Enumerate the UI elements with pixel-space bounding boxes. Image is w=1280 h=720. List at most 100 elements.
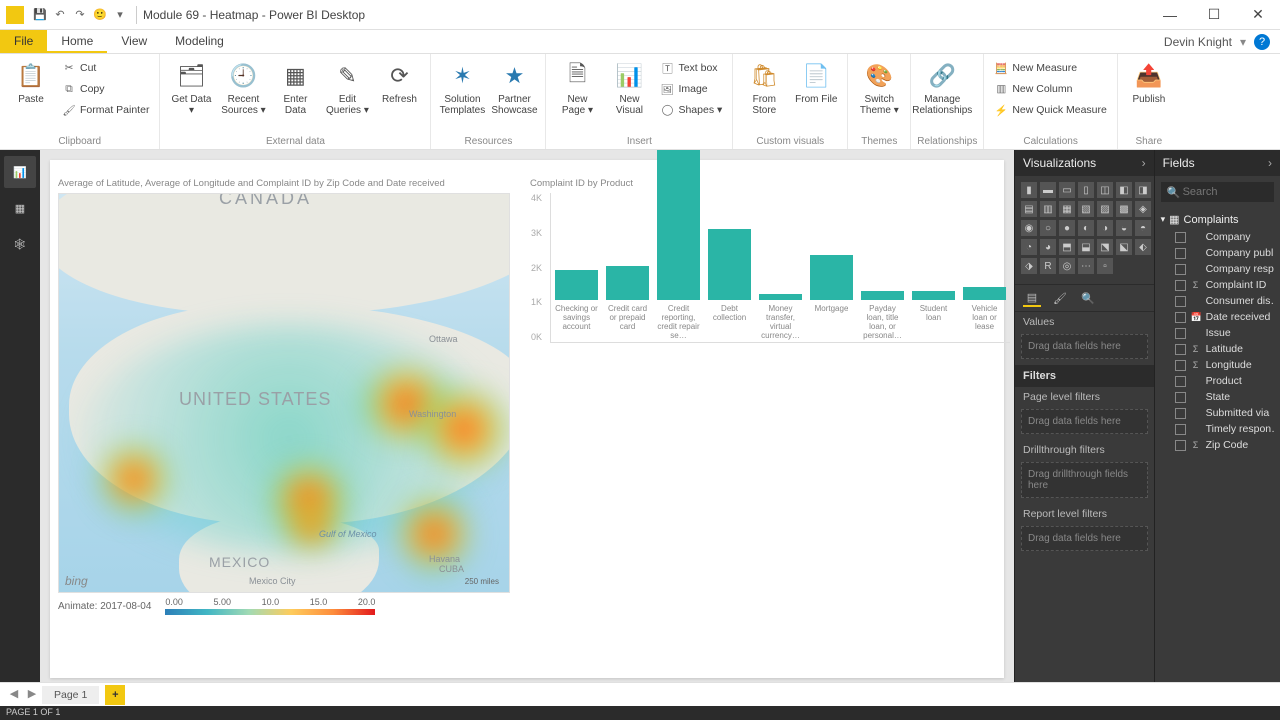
viz-type-icon[interactable]: ▫	[1097, 258, 1113, 274]
analytics-tab-icon[interactable]: 🔍	[1079, 289, 1097, 307]
paste-button[interactable]: 📋 Paste	[6, 58, 56, 107]
format-painter-button[interactable]: 🖌Format Painter	[58, 100, 153, 120]
report-filters-drop-zone[interactable]: Drag data fields here	[1021, 526, 1148, 551]
data-view-icon[interactable]: ▦	[4, 192, 36, 224]
viz-type-icon[interactable]: ▭	[1059, 182, 1075, 198]
bar-column[interactable]: Payday loan, title loan, or personal…	[857, 291, 908, 342]
viz-type-icon[interactable]: ▮	[1021, 182, 1037, 198]
bar-column[interactable]: Credit card or prepaid card	[602, 266, 653, 342]
viz-type-icon[interactable]: ◔	[1021, 239, 1037, 255]
field-row[interactable]: ΣComplaint ID	[1161, 277, 1274, 293]
page-filters-drop-zone[interactable]: Drag data fields here	[1021, 409, 1148, 434]
field-row[interactable]: Submitted via	[1161, 405, 1274, 421]
fields-header[interactable]: Fields›	[1155, 150, 1280, 176]
edit-queries-button[interactable]: ✎Edit Queries ▾	[322, 58, 372, 118]
viz-type-icon[interactable]: ⋯	[1078, 258, 1094, 274]
cut-button[interactable]: ✂Cut	[58, 58, 153, 78]
field-checkbox[interactable]	[1175, 344, 1186, 355]
window-minimize[interactable]: —	[1148, 0, 1192, 30]
viz-type-icon[interactable]: ●	[1059, 220, 1075, 236]
manage-relationships-button[interactable]: 🔗Manage Relationships	[917, 58, 967, 118]
field-checkbox[interactable]	[1175, 280, 1186, 291]
qat-redo-icon[interactable]: ↷	[73, 8, 87, 21]
page-prev-icon[interactable]: ◀	[6, 687, 22, 703]
field-checkbox[interactable]	[1175, 312, 1186, 323]
viz-type-icon[interactable]: ◐	[1078, 220, 1094, 236]
fields-tab-icon[interactable]: ▤	[1023, 289, 1041, 307]
viz-type-icon[interactable]: ○	[1040, 220, 1056, 236]
model-view-icon[interactable]: 🕸	[4, 228, 36, 260]
bar-column[interactable]: Mortgage	[806, 255, 857, 342]
enter-data-button[interactable]: ▦Enter Data	[270, 58, 320, 118]
field-row[interactable]: Company resp…	[1161, 261, 1274, 277]
user-dropdown-icon[interactable]: ▾	[1240, 35, 1246, 49]
field-row[interactable]: Timely respon…	[1161, 421, 1274, 437]
viz-type-icon[interactable]: ⬒	[1059, 239, 1075, 255]
field-checkbox[interactable]	[1175, 376, 1186, 387]
field-checkbox[interactable]	[1175, 328, 1186, 339]
field-row[interactable]: 📅Date received	[1161, 309, 1274, 325]
viz-type-icon[interactable]: ◉	[1021, 220, 1037, 236]
menu-modeling[interactable]: Modeling	[161, 30, 238, 53]
viz-type-icon[interactable]: ▦	[1059, 201, 1075, 217]
field-row[interactable]: ΣLatitude	[1161, 341, 1274, 357]
viz-type-icon[interactable]: ▬	[1040, 182, 1056, 198]
copy-button[interactable]: ⧉Copy	[58, 79, 153, 99]
viz-type-icon[interactable]: ▧	[1078, 201, 1094, 217]
bar-column[interactable]: Credit reporting, credit repair se…	[653, 150, 704, 342]
viz-type-icon[interactable]: ◒	[1116, 220, 1132, 236]
field-row[interactable]: Product	[1161, 373, 1274, 389]
report-canvas[interactable]: Average of Latitude, Average of Longitud…	[50, 160, 1004, 678]
page-tab-1[interactable]: Page 1	[42, 686, 99, 704]
format-tab-icon[interactable]: 🖌	[1051, 289, 1069, 307]
viz-type-icon[interactable]: ▨	[1097, 201, 1113, 217]
field-checkbox[interactable]	[1175, 408, 1186, 419]
fields-table-header[interactable]: ▾ ▦ Complaints	[1161, 210, 1274, 229]
heatmap-visual[interactable]: Average of Latitude, Average of Longitud…	[58, 178, 510, 608]
field-row[interactable]: Issue	[1161, 325, 1274, 341]
viz-type-icon[interactable]: ⬓	[1078, 239, 1094, 255]
qat-undo-icon[interactable]: ↶	[53, 8, 67, 21]
bar-chart-visual[interactable]: Complaint ID by Product 4K3K2K1K0K Check…	[530, 178, 1010, 388]
solution-templates-button[interactable]: ✶Solution Templates	[437, 58, 487, 118]
bar-column[interactable]: Checking or savings account	[551, 270, 602, 342]
refresh-button[interactable]: ⟳Refresh	[374, 58, 424, 107]
viz-type-icon[interactable]: ◫	[1097, 182, 1113, 198]
viz-type-icon[interactable]: ⬕	[1116, 239, 1132, 255]
publish-button[interactable]: 📤Publish	[1124, 58, 1174, 107]
visualizations-header[interactable]: Visualizations›	[1015, 150, 1154, 176]
image-button[interactable]: 🖼Image	[656, 79, 726, 99]
bar-column[interactable]: Vehicle loan or lease	[959, 287, 1010, 342]
new-measure-button[interactable]: 🧮New Measure	[990, 58, 1111, 78]
viz-type-icon[interactable]: ▥	[1040, 201, 1056, 217]
viz-type-icon[interactable]: ▩	[1116, 201, 1132, 217]
from-file-button[interactable]: 📄From File	[791, 58, 841, 107]
new-visual-button[interactable]: 📊New Visual	[604, 58, 654, 118]
viz-type-icon[interactable]: ⬔	[1097, 239, 1113, 255]
menu-view[interactable]: View	[107, 30, 161, 53]
partner-showcase-button[interactable]: ★Partner Showcase	[489, 58, 539, 118]
new-column-button[interactable]: ▥New Column	[990, 79, 1111, 99]
field-row[interactable]: Company	[1161, 229, 1274, 245]
field-checkbox[interactable]	[1175, 392, 1186, 403]
field-row[interactable]: Company publ…	[1161, 245, 1274, 261]
values-drop-zone[interactable]: Drag data fields here	[1021, 334, 1148, 359]
drillthrough-drop-zone[interactable]: Drag drillthrough fields here	[1021, 462, 1148, 498]
new-page-button[interactable]: 🗎New Page ▾	[552, 58, 602, 118]
qat-save-icon[interactable]: 💾	[33, 8, 47, 21]
viz-type-icon[interactable]: ◎	[1059, 258, 1075, 274]
menu-home[interactable]: Home	[47, 30, 107, 53]
viz-type-icon[interactable]: ◓	[1135, 220, 1151, 236]
shapes-button[interactable]: ◯Shapes ▾	[656, 100, 726, 120]
window-maximize[interactable]: ☐	[1192, 0, 1236, 30]
qat-dropdown-icon[interactable]: ▾	[113, 8, 127, 21]
field-row[interactable]: ΣLongitude	[1161, 357, 1274, 373]
viz-type-icon[interactable]: ⬗	[1021, 258, 1037, 274]
bar-column[interactable]: Student loan	[908, 291, 959, 342]
viz-type-icon[interactable]: R	[1040, 258, 1056, 274]
field-checkbox[interactable]	[1175, 296, 1186, 307]
from-store-button[interactable]: 🛍From Store	[739, 58, 789, 118]
new-quick-measure-button[interactable]: ⚡New Quick Measure	[990, 100, 1111, 120]
qat-smile-icon[interactable]: 🙂	[93, 8, 107, 21]
viz-type-icon[interactable]: ◕	[1040, 239, 1056, 255]
